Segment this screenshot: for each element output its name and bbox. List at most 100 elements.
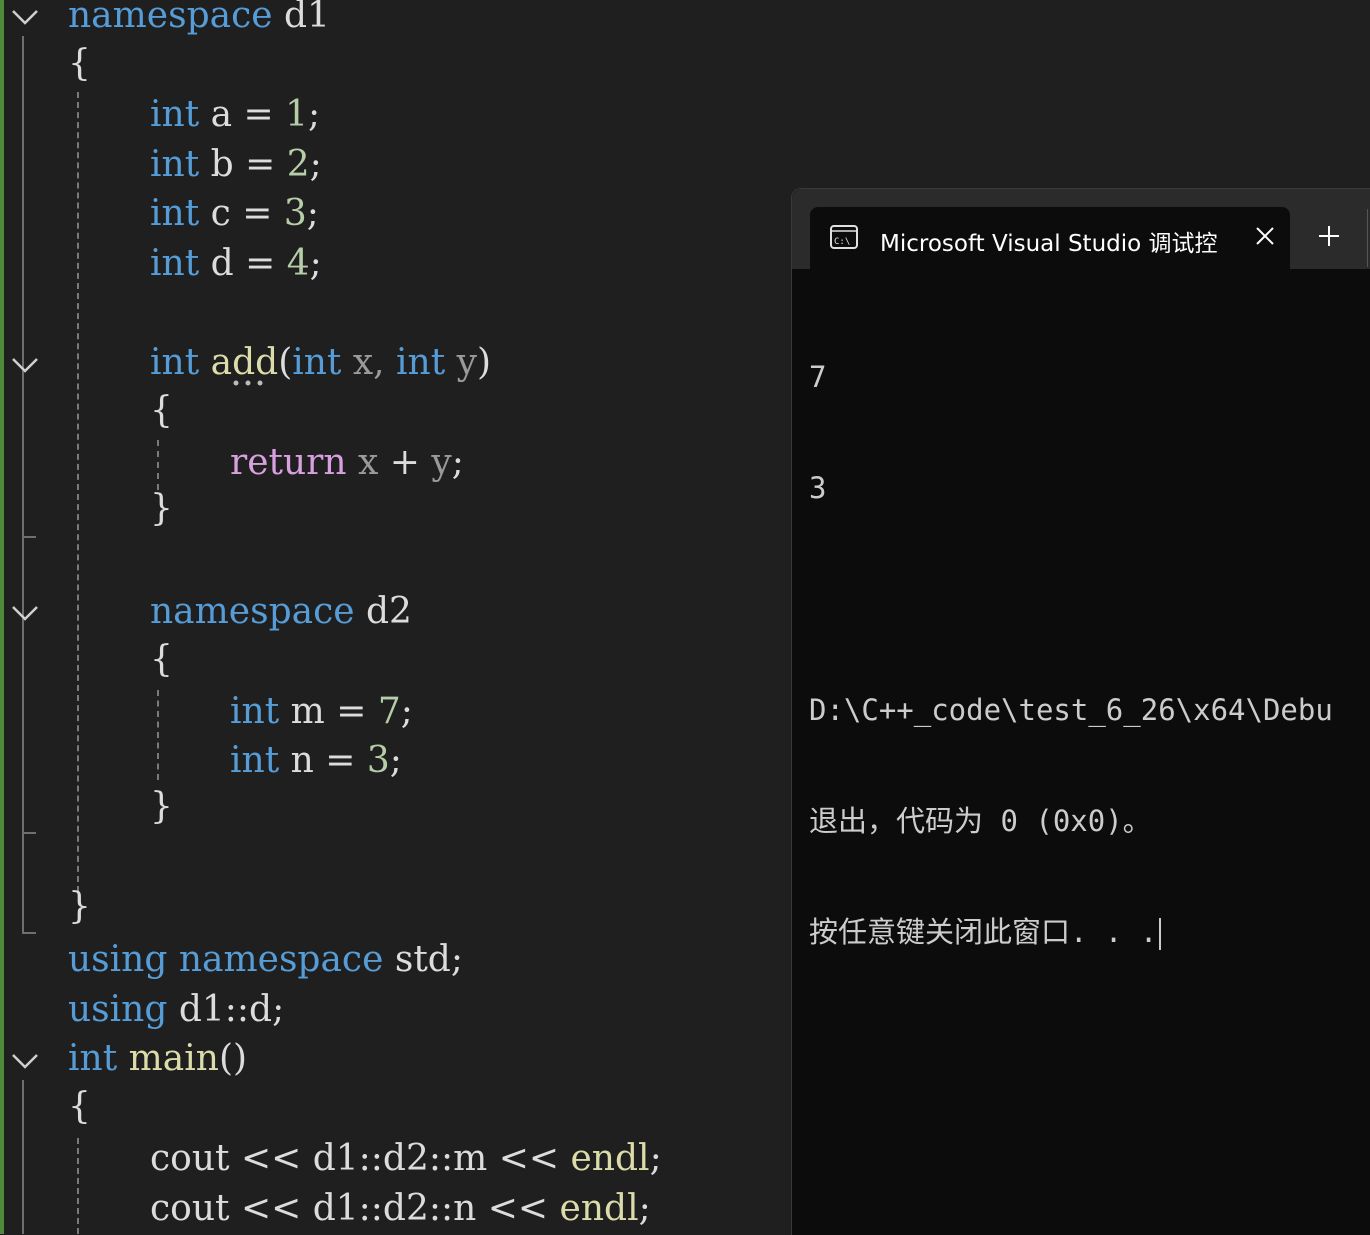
code-line[interactable]: } bbox=[68, 882, 91, 932]
code-line[interactable]: int main() bbox=[68, 1034, 247, 1084]
suggestion-dots bbox=[233, 380, 263, 386]
code-line[interactable]: int d = 4; bbox=[150, 239, 322, 289]
code-line[interactable]: int b = 2; bbox=[150, 140, 322, 190]
console-line-text: 按任意键关闭此窗口. . . bbox=[809, 915, 1158, 949]
code-line[interactable]: namespace d1 bbox=[68, 0, 330, 41]
code-line[interactable]: return x + y; bbox=[230, 438, 464, 488]
indent-guide bbox=[157, 690, 159, 780]
code-token: int bbox=[292, 342, 342, 383]
fold-region-line bbox=[22, 1080, 24, 1234]
code-token: = bbox=[245, 243, 287, 284]
code-token: namespace bbox=[178, 939, 384, 980]
code-token: 3 bbox=[366, 740, 390, 781]
chevron-down-icon[interactable] bbox=[10, 350, 40, 380]
code-token: cout bbox=[150, 1138, 241, 1179]
code-token: int bbox=[150, 342, 200, 383]
code-token: c bbox=[199, 193, 243, 234]
terminal-icon: C:\ bbox=[830, 225, 858, 249]
text-cursor bbox=[1159, 918, 1162, 950]
chevron-down-icon[interactable] bbox=[10, 2, 40, 32]
fold-region-line bbox=[22, 632, 24, 834]
close-icon[interactable] bbox=[1250, 221, 1280, 251]
plus-icon[interactable] bbox=[1314, 221, 1344, 251]
code-token: + bbox=[389, 442, 432, 483]
code-token: endl bbox=[559, 1188, 639, 1229]
code-token: ; bbox=[451, 442, 464, 483]
code-token: ; bbox=[306, 193, 319, 234]
code-line[interactable]: int m = 7; bbox=[230, 687, 413, 737]
code-line[interactable]: using d1::d; bbox=[68, 985, 284, 1035]
code-token: ; bbox=[309, 243, 322, 284]
indent-guide bbox=[157, 440, 159, 490]
code-token: ; bbox=[309, 144, 322, 185]
code-token: 2 bbox=[286, 144, 310, 185]
code-line[interactable]: cout << d1::d2::n << endl; bbox=[150, 1184, 651, 1234]
indent-guide bbox=[77, 92, 79, 892]
code-line[interactable]: { bbox=[150, 635, 173, 685]
code-line[interactable]: namespace d2 bbox=[150, 587, 412, 637]
code-token: } bbox=[68, 886, 91, 927]
code-token: int bbox=[150, 144, 200, 185]
code-token: 3 bbox=[283, 193, 307, 234]
code-line[interactable]: { bbox=[68, 1082, 91, 1132]
svg-text:C:\: C:\ bbox=[834, 237, 850, 247]
code-token: d2 bbox=[354, 591, 412, 632]
code-token: ; bbox=[389, 740, 402, 781]
console-output[interactable]: 7 3 D:\C++_code\test_6_26\x64\Debu 退出，代码… bbox=[809, 285, 1333, 1025]
console-tab[interactable]: C:\ Microsoft Visual Studio 调试控 bbox=[810, 207, 1290, 269]
code-token: << bbox=[498, 1138, 571, 1179]
code-token: 7 bbox=[377, 691, 401, 732]
code-token: endl bbox=[570, 1138, 650, 1179]
tab-divider bbox=[1367, 209, 1368, 267]
console-tab-title: Microsoft Visual Studio 调试控 bbox=[880, 231, 1218, 257]
code-token: () bbox=[218, 1038, 248, 1079]
code-line[interactable]: int add(int x, int y) bbox=[150, 338, 491, 388]
code-line[interactable]: int c = 3; bbox=[150, 189, 319, 239]
code-token: d1::d; bbox=[167, 989, 285, 1030]
code-token: y bbox=[431, 442, 452, 483]
code-line[interactable]: } bbox=[150, 484, 173, 534]
code-token: ; bbox=[308, 94, 321, 135]
console-line: 3 bbox=[809, 471, 827, 505]
code-line[interactable]: } bbox=[150, 782, 173, 832]
code-line[interactable]: using namespace std; bbox=[68, 935, 463, 985]
console-line: 退出，代码为 0 (0x0)。 bbox=[809, 804, 1152, 838]
code-token: ; bbox=[649, 1138, 662, 1179]
fold-region-line bbox=[22, 384, 24, 536]
code-token: using bbox=[68, 939, 168, 980]
chevron-down-icon[interactable] bbox=[10, 598, 40, 628]
code-token: y bbox=[445, 342, 477, 383]
code-token: using bbox=[68, 989, 168, 1030]
code-line[interactable]: cout << d1::d2::m << endl; bbox=[150, 1134, 662, 1184]
code-token: 1 bbox=[285, 94, 309, 135]
code-line[interactable]: int a = 1; bbox=[150, 90, 320, 140]
code-token: { bbox=[150, 390, 173, 431]
code-token: namespace bbox=[68, 0, 273, 36]
code-token: namespace bbox=[150, 591, 355, 632]
code-token: } bbox=[150, 786, 173, 827]
code-line[interactable]: { bbox=[68, 39, 91, 89]
fold-region-end bbox=[22, 832, 36, 834]
console-line: 7 bbox=[809, 360, 827, 394]
code-line[interactable]: { bbox=[150, 386, 173, 436]
chevron-down-icon[interactable] bbox=[10, 1046, 40, 1076]
code-token: int bbox=[150, 94, 200, 135]
code-token: int bbox=[230, 740, 280, 781]
code-token: a bbox=[199, 94, 244, 135]
code-token: = bbox=[336, 691, 378, 732]
debug-console-window[interactable]: C:\ Microsoft Visual Studio 调试控 7 3 D:\C… bbox=[791, 188, 1370, 1235]
code-line[interactable]: int n = 3; bbox=[230, 736, 402, 786]
console-tab-strip: C:\ Microsoft Visual Studio 调试控 bbox=[792, 189, 1370, 269]
code-token: main bbox=[128, 1038, 219, 1079]
code-token: x bbox=[346, 442, 390, 483]
code-token: { bbox=[68, 43, 91, 84]
code-token: 4 bbox=[286, 243, 310, 284]
code-token: { bbox=[150, 639, 173, 680]
console-line: 按任意键关闭此窗口. . . bbox=[809, 914, 1333, 951]
code-token: = bbox=[325, 740, 367, 781]
code-token: << bbox=[240, 1138, 313, 1179]
